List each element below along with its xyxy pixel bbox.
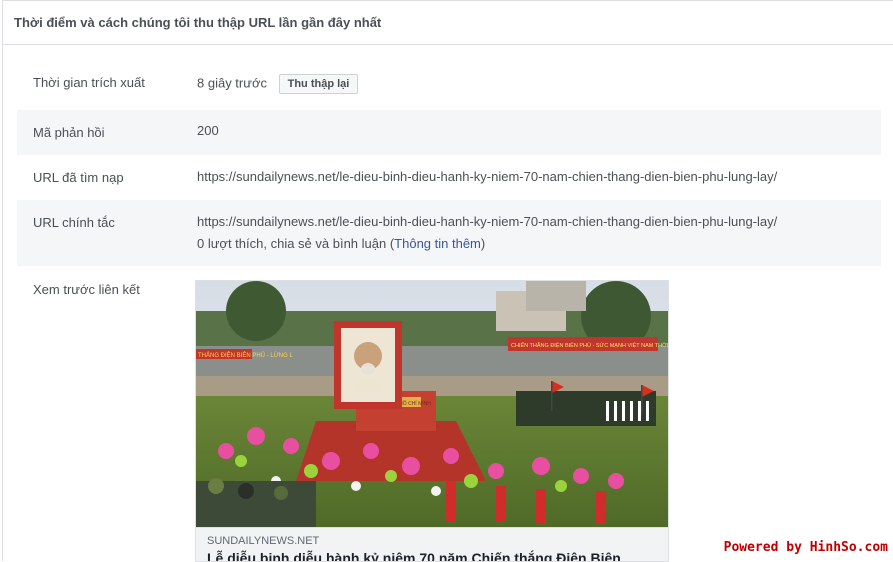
row-canonical-url: URL chính tắc https://sundailynews.net/l… xyxy=(17,200,881,266)
preview-footer: SUNDAILYNEWS.NET Lễ diễu binh diễu hành … xyxy=(196,527,668,561)
response-code-value: 200 xyxy=(197,123,219,138)
scrape-again-button[interactable]: Thu thập lại xyxy=(278,74,359,94)
response-code-label: Mã phản hồi xyxy=(33,125,105,140)
preview-image: THẮNG ĐIỆN BIÊN PHỦ - LỪNG L CHIẾN THẮNG… xyxy=(196,281,668,527)
scrape-time-value-wrap: 8 giây trước Thu thập lại xyxy=(197,74,359,94)
engagement-text: 0 lượt thích, chia sẻ và bình luận (Thôn… xyxy=(197,236,485,251)
banner-right: CHIẾN THẮNG ĐIỆN BIÊN PHỦ - SỨC MẠNH VIỆ… xyxy=(511,341,668,349)
row-scrape-time: Thời gian trích xuất 8 giây trước Thu th… xyxy=(17,66,881,106)
watermark: Powered by HinhSo.com xyxy=(721,540,890,555)
banner-left: THẮNG ĐIỆN BIÊN PHỦ - LỪNG L xyxy=(198,351,293,359)
link-preview-card[interactable]: THẮNG ĐIỆN BIÊN PHỦ - LỪNG L CHIẾN THẮNG… xyxy=(195,280,669,562)
fetched-url-link[interactable]: https://sundailynews.net/le-dieu-binh-di… xyxy=(197,169,777,184)
fetched-url-label: URL đã tìm nạp xyxy=(33,170,124,185)
engagement-prefix: 0 lượt thích, chia sẻ và bình luận ( xyxy=(197,236,395,251)
scrape-time-label: Thời gian trích xuất xyxy=(33,75,145,90)
scrape-time-value: 8 giây trước xyxy=(197,75,267,91)
row-response-code: Mã phản hồi 200 xyxy=(17,110,881,155)
engagement-suffix: ) xyxy=(480,236,486,251)
preview-title[interactable]: Lễ diễu binh diễu hành kỷ niệm 70 năm Ch… xyxy=(207,550,621,561)
panel-title: Thời điểm và cách chúng tôi thu thập URL… xyxy=(3,1,893,45)
link-preview-label: Xem trước liên kết xyxy=(33,282,140,297)
preview-domain: SUNDAILYNEWS.NET xyxy=(207,535,320,547)
row-fetched-url: URL đã tìm nạp https://sundailynews.net/… xyxy=(17,155,881,200)
more-info-link[interactable]: Thông tin thêm xyxy=(394,236,481,251)
canonical-url-label: URL chính tắc xyxy=(33,215,115,230)
canonical-url-link[interactable]: https://sundailynews.net/le-dieu-binh-di… xyxy=(197,214,777,229)
